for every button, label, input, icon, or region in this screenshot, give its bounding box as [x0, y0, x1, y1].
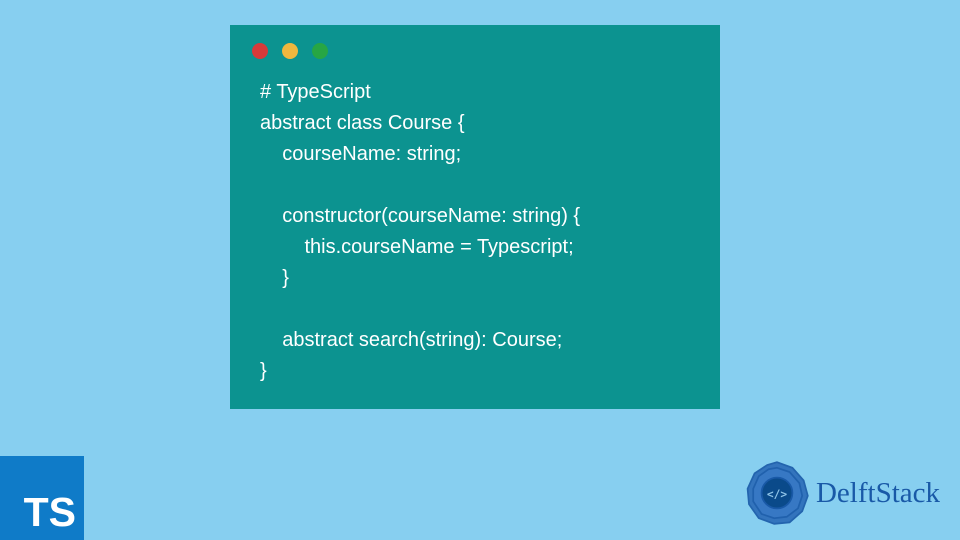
svg-text:</>: </> — [767, 488, 787, 501]
delftstack-logo-icon: </> — [742, 458, 812, 528]
delftstack-brand: </> DelftStack — [742, 458, 940, 528]
typescript-logo-text: TS — [24, 489, 76, 536]
maximize-icon — [312, 43, 328, 59]
typescript-logo: TS — [0, 456, 84, 540]
close-icon — [252, 43, 268, 59]
minimize-icon — [282, 43, 298, 59]
code-window: # TypeScript abstract class Course { cou… — [230, 25, 720, 409]
delftstack-brand-text: DelftStack — [816, 477, 940, 510]
code-content: # TypeScript abstract class Course { cou… — [234, 67, 716, 387]
window-titlebar — [234, 29, 716, 67]
